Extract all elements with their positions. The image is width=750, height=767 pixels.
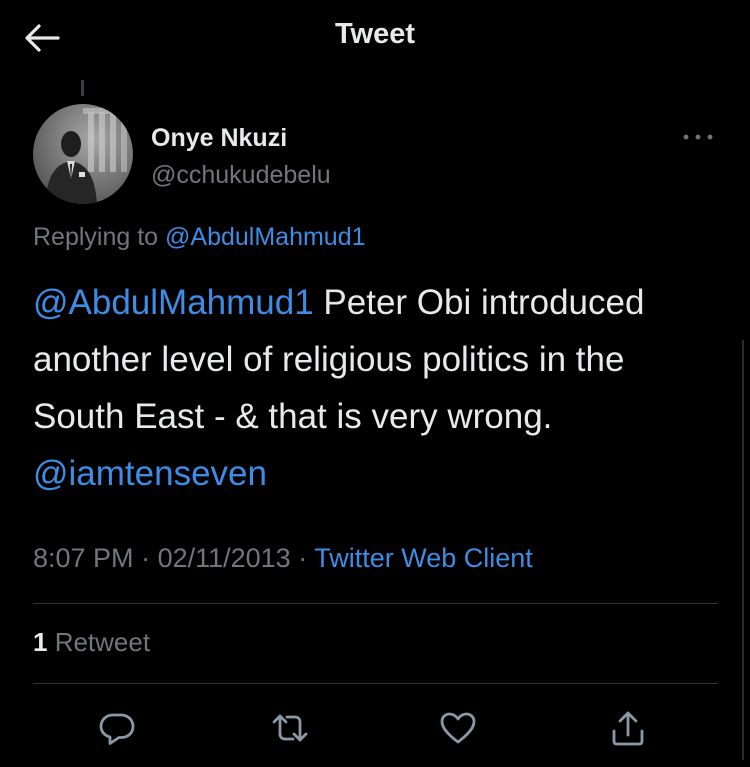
retweet-stats[interactable]: 1 Retweet [33, 627, 150, 658]
avatar[interactable] [33, 104, 133, 204]
thread-connector [81, 80, 84, 96]
tweet-time[interactable]: 8:07 PM [33, 543, 134, 573]
reply-button[interactable] [97, 708, 137, 748]
top-bar: Tweet [0, 0, 750, 76]
page-title: Tweet [334, 18, 416, 50]
author-name[interactable]: Onye Nkuzi [151, 124, 287, 153]
retweet-label: Retweet [47, 627, 151, 657]
divider [33, 603, 718, 604]
more-options-button[interactable] [680, 128, 716, 146]
replying-to: Replying to @AbdulMahmud1 [33, 223, 366, 252]
share-icon [612, 711, 644, 746]
avatar-photo [33, 104, 133, 204]
tweet-text: @AbdulMahmud1 Peter Obi introduced anoth… [33, 274, 723, 502]
tweet-source-link[interactable]: Twitter Web Client [314, 543, 533, 573]
retweet-button[interactable] [270, 708, 310, 748]
share-button[interactable] [608, 708, 648, 748]
retweet-count: 1 [33, 627, 48, 657]
like-button[interactable] [438, 708, 478, 748]
divider [33, 683, 718, 684]
replying-to-label: Replying to [33, 223, 166, 251]
retweet-icon [272, 714, 308, 742]
reply-target-link[interactable]: @AbdulMahmud1 [165, 223, 366, 251]
reply-icon [99, 713, 135, 745]
meta-separator: · [133, 543, 158, 573]
like-icon [440, 712, 476, 744]
tweet-date[interactable]: 02/11/2013 [158, 543, 291, 573]
scrollbar[interactable] [742, 340, 744, 760]
mention-link[interactable]: @AbdulMahmud1 [33, 283, 314, 322]
meta-separator: · [290, 543, 315, 573]
author-handle[interactable]: @cchukudebelu [151, 161, 331, 190]
mention-link[interactable]: @iamtenseven [33, 454, 267, 493]
ellipsis-icon [683, 134, 713, 140]
tweet-meta: 8:07 PM · 02/11/2013 · Twitter Web Clien… [33, 543, 533, 574]
